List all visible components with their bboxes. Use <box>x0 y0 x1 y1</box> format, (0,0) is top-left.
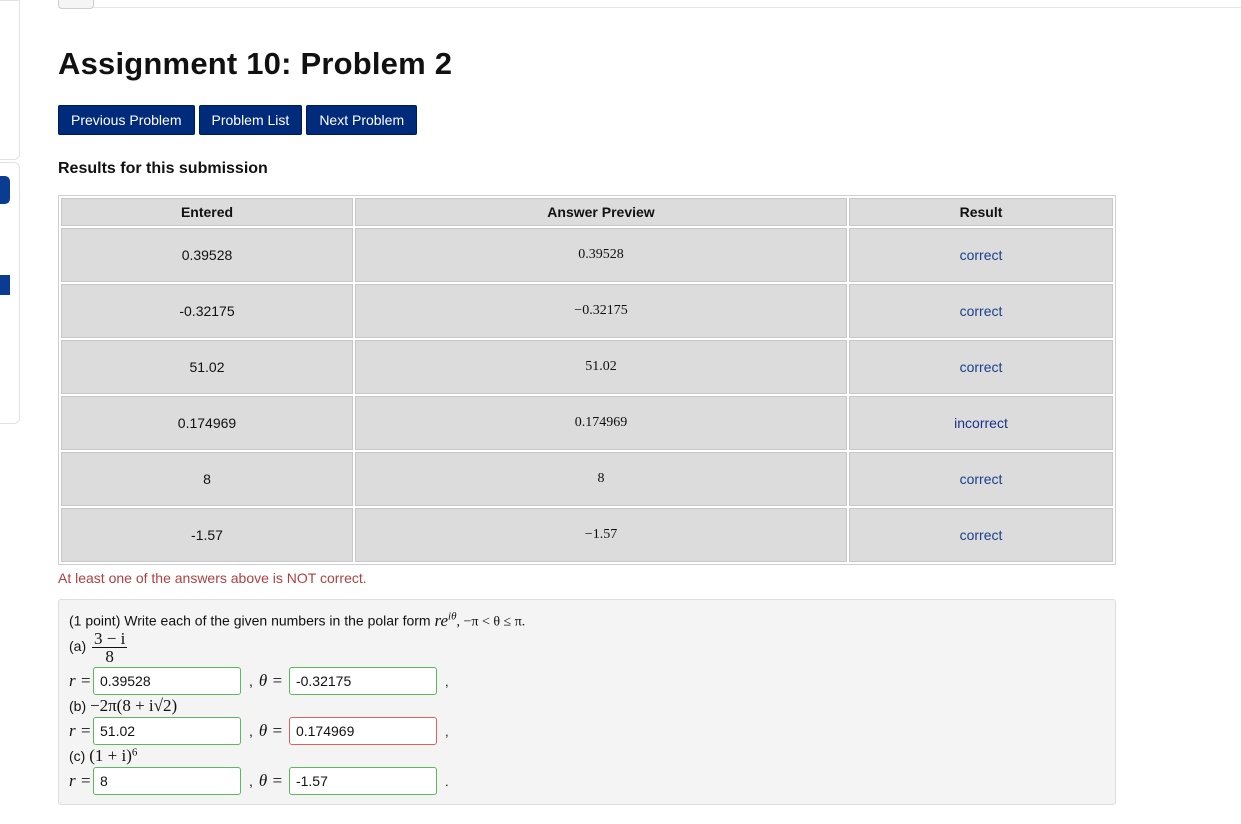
top-tab[interactable] <box>58 0 94 9</box>
left-marker-small[interactable] <box>0 275 10 295</box>
part-c-expression: (c) (1 + i)6 <box>69 746 138 765</box>
preview-cell: 51.02 <box>355 340 847 394</box>
left-marker[interactable] <box>0 176 10 204</box>
next-problem-button[interactable]: Next Problem <box>306 105 418 135</box>
table-row: -1.57 −1.57 correct <box>61 508 1113 562</box>
part-a-answers: r = , θ = , <box>69 667 449 695</box>
theta-label: θ = <box>258 771 283 790</box>
preview-cell: 0.174969 <box>355 396 847 450</box>
result-cell: incorrect <box>849 396 1113 450</box>
result-cell: correct <box>849 452 1113 506</box>
previous-problem-button[interactable]: Previous Problem <box>58 105 195 135</box>
table-row: 51.02 51.02 correct <box>61 340 1113 394</box>
theta-label: θ = <box>258 671 283 690</box>
result-cell: correct <box>849 284 1113 338</box>
problem-intro: (1 point) Write each of the given number… <box>69 612 431 629</box>
r-label: r = <box>69 721 92 740</box>
part-a-expression: (a) 3 − i 8 <box>69 629 128 666</box>
result-cell: correct <box>849 340 1113 394</box>
theta-range: , −π < θ ≤ π. <box>456 614 526 630</box>
problem-statement: (1 point) Write each of the given number… <box>69 610 525 631</box>
part-a-theta-input[interactable] <box>288 667 437 695</box>
results-header-row: Entered Answer Preview Result <box>61 198 1113 226</box>
results-table: Entered Answer Preview Result 0.39528 0.… <box>58 195 1116 565</box>
part-c-r-input[interactable] <box>93 767 241 795</box>
left-panel-top <box>0 0 20 160</box>
part-c-theta-input[interactable] <box>288 767 437 795</box>
entered-cell: -0.32175 <box>61 284 353 338</box>
entered-cell: 0.39528 <box>61 228 353 282</box>
results-heading: Results for this submission <box>58 160 268 177</box>
part-b-answers: r = , θ = , <box>69 717 449 745</box>
preview-cell: −0.32175 <box>355 284 847 338</box>
table-row: 8 8 correct <box>61 452 1113 506</box>
table-row: 0.39528 0.39528 correct <box>61 228 1113 282</box>
column-header-entered: Entered <box>61 198 353 226</box>
part-b-r-input[interactable] <box>93 717 241 745</box>
r-label: r = <box>69 771 92 790</box>
entered-cell: 8 <box>61 452 353 506</box>
table-row: 0.174969 0.174969 incorrect <box>61 396 1113 450</box>
polar-form: reiθ <box>434 610 457 630</box>
entered-cell: -1.57 <box>61 508 353 562</box>
not-correct-message: At least one of the answers above is NOT… <box>58 570 367 586</box>
result-cell: correct <box>849 508 1113 562</box>
r-label: r = <box>69 671 92 690</box>
preview-cell: 0.39528 <box>355 228 847 282</box>
theta-label: θ = <box>258 721 283 740</box>
entered-cell: 51.02 <box>61 340 353 394</box>
problem-nav: Previous Problem Problem List Next Probl… <box>58 105 418 135</box>
result-cell: correct <box>849 228 1113 282</box>
problem-body: (1 point) Write each of the given number… <box>58 599 1116 805</box>
problem-list-button[interactable]: Problem List <box>198 105 303 135</box>
column-header-preview: Answer Preview <box>355 198 847 226</box>
fraction: 3 − i 8 <box>92 629 128 666</box>
entered-cell: 0.174969 <box>61 396 353 450</box>
preview-cell: −1.57 <box>355 508 847 562</box>
part-b-expression: (b) −2π(8 + i√2) <box>69 696 178 715</box>
column-header-result: Result <box>849 198 1113 226</box>
part-b-theta-input[interactable] <box>288 717 437 745</box>
top-strip <box>58 0 1241 8</box>
part-c-answers: r = , θ = . <box>69 767 449 795</box>
table-row: -0.32175 −0.32175 correct <box>61 284 1113 338</box>
part-a-r-input[interactable] <box>93 667 241 695</box>
preview-cell: 8 <box>355 452 847 506</box>
page-title: Assignment 10: Problem 2 <box>58 46 453 81</box>
